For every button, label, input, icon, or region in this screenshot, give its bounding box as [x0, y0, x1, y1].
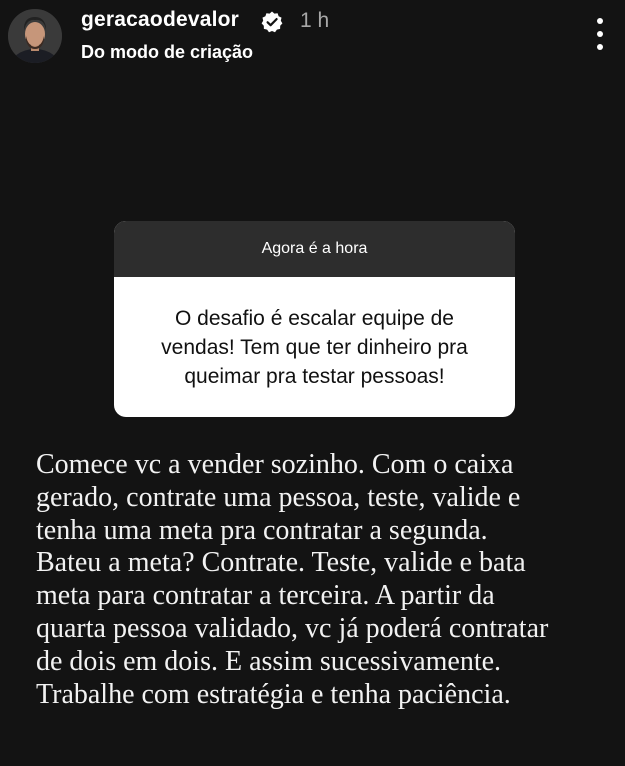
question-line: queimar pra testar pessoas!: [184, 364, 445, 388]
verified-badge-icon: [261, 11, 283, 33]
post-time: 1 h: [300, 9, 330, 32]
answer-line: de dois em dois. E assim sucessivamente.: [36, 645, 502, 677]
more-dot: [597, 31, 603, 37]
more-dot: [597, 18, 603, 24]
question-line: vendas! Tem que ter dinheiro pra: [161, 335, 468, 359]
answer-text: Comece vc a vender sozinho. Com o caixa …: [36, 449, 621, 711]
story-header: geracaodevalor 1 h Do modo de criação: [0, 0, 625, 80]
answer-line: meta para contratar a terceira. A partir…: [36, 580, 495, 612]
answer-line: quarta pessoa validado, vc já poderá con…: [36, 612, 549, 644]
question-text: O desafio é escalar equipe de vendas! Te…: [114, 277, 515, 417]
answer-line: Comece vc a vender sozinho. Com o caixa: [36, 449, 514, 480]
question-line: O desafio é escalar equipe de: [174, 306, 454, 330]
question-sticker-title: Agora é a hora: [114, 221, 515, 277]
answer-line: tenha uma meta pra contratar a segunda.: [36, 514, 488, 546]
answer-line: gerado, contrate uma pessoa, teste, vali…: [36, 481, 521, 513]
username[interactable]: geracaodevalor: [81, 8, 239, 32]
question-sticker: Agora é a hora O desafio é escalar equip…: [114, 221, 515, 417]
story-subtitle: Do modo de criação: [81, 42, 254, 62]
more-options-icon[interactable]: [588, 18, 612, 50]
profile-avatar[interactable]: [8, 9, 62, 63]
answer-line: Bateu a meta? Contrate. Teste, valide e …: [36, 547, 526, 579]
more-dot: [597, 44, 603, 50]
answer-line: Trabalhe com estratégia e tenha paciênci…: [36, 678, 511, 710]
